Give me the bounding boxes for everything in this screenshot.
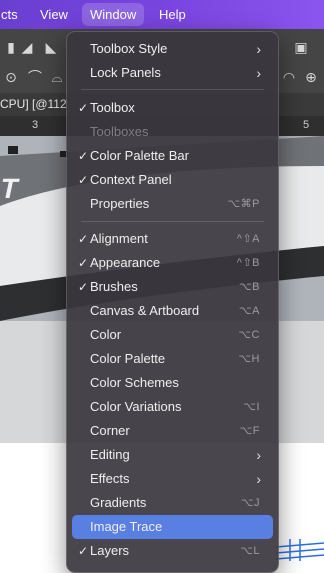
menu-item-color-palette[interactable]: Color Palette ⌥H [72, 347, 273, 371]
menu-item-corner[interactable]: Corner ⌥F [72, 419, 273, 443]
menubar-view[interactable]: View [32, 0, 76, 29]
menu-item-label: Color Palette Bar [90, 148, 189, 163]
arc-tool-icon[interactable]: ⌓ [46, 68, 68, 86]
menu-item-toolbox-style[interactable]: Toolbox Style › [72, 37, 273, 61]
menu-item-appearance[interactable]: ✓ Appearance ^⇧B [72, 251, 273, 275]
menu-item-shortcut: ⌥F [239, 425, 260, 437]
menu-item-label: Toolbox [90, 100, 135, 115]
menu-item-label: Image Trace [90, 519, 163, 534]
shear-icon[interactable]: ◢ [16, 38, 38, 56]
check-icon: ✓ [77, 544, 89, 558]
menu-item-shortcut: ^⇧A [236, 233, 260, 245]
menu-item-color-palette-bar[interactable]: ✓ Color Palette Bar [72, 144, 273, 168]
smooth-tool-icon[interactable]: ◠ [278, 68, 300, 86]
curve-tool-icon[interactable]: ⌒ [24, 68, 46, 86]
distort-icon[interactable]: ◣ [40, 38, 62, 56]
menu-item-alignment[interactable]: ✓ Alignment ^⇧A [72, 227, 273, 251]
menu-item-label: Properties [90, 196, 150, 211]
check-icon: ✓ [77, 232, 89, 246]
menu-item-label: Color Palette [90, 351, 166, 366]
chevron-right-icon: › [256, 41, 261, 57]
menu-item-label: Canvas & Artboard [90, 303, 200, 318]
menu-item-label: Corner [90, 423, 130, 438]
menu-item-label: Editing [90, 447, 130, 462]
menu-item-color-schemes[interactable]: Color Schemes [72, 371, 273, 395]
menu-item-context-panel[interactable]: ✓ Context Panel [72, 168, 273, 192]
menu-item-toolboxes: Toolboxes [72, 120, 273, 144]
menu-item-label: Toolboxes [90, 124, 149, 139]
chevron-right-icon: › [256, 447, 261, 463]
menubar-window[interactable]: Window [82, 3, 145, 26]
menu-item-shortcut: ⌥A [238, 305, 260, 317]
chevron-right-icon: › [256, 471, 261, 487]
menu-item-shortcut: ⌥J [240, 497, 260, 509]
menu-item-label: Toolbox Style [90, 41, 168, 56]
menu-item-label: Lock Panels [90, 65, 161, 80]
menu-separator [81, 221, 264, 222]
chevron-right-icon: › [256, 65, 261, 81]
menu-item-label: Alignment [90, 231, 148, 246]
extra-tool-icon[interactable]: ▣ [290, 38, 312, 56]
menu-item-brushes[interactable]: ✓ Brushes ⌥B [72, 275, 273, 299]
ruler-label-left: 3 [32, 119, 39, 131]
menu-item-shortcut: ⌥H [238, 353, 260, 365]
menubar-objects[interactable]: cts [0, 0, 26, 29]
menu-item-lock-panels[interactable]: Lock Panels › [72, 61, 273, 85]
menu-item-layers[interactable]: ✓ Layers ⌥L [72, 539, 273, 563]
menu-item-label: Brushes [90, 279, 138, 294]
menu-item-editing[interactable]: Editing › [72, 443, 273, 467]
check-icon: ✓ [77, 256, 89, 270]
menu-item-shortcut: ⌥L [240, 545, 260, 557]
menu-separator [81, 89, 264, 90]
menu-item-effects[interactable]: Effects › [72, 467, 273, 491]
menu-item-color-variations[interactable]: Color Variations ⌥I [72, 395, 273, 419]
menu-item-label: Color Variations [90, 399, 182, 414]
menu-item-image-trace[interactable]: Image Trace [72, 515, 273, 539]
menu-item-label: Context Panel [90, 172, 172, 187]
menu-item-label: Effects [90, 471, 130, 486]
menu-item-shortcut: ⌥B [238, 281, 260, 293]
window-menu: Toolbox Style › Lock Panels › ✓ Toolbox … [66, 31, 279, 573]
ruler-label-right: 5 [303, 119, 310, 131]
document-tab-title[interactable]: CPU] [@112 [0, 93, 67, 116]
menu-item-label: Layers [90, 543, 130, 558]
menu-item-label: Color [90, 327, 122, 342]
menu-item-label: Gradients [90, 495, 147, 510]
menu-item-properties[interactable]: Properties ⌥⌘P [72, 192, 273, 216]
menu-item-label: Color Schemes [90, 375, 179, 390]
menu-item-shortcut: ⌥C [238, 329, 260, 341]
menu-item-shortcut: ⌥⌘P [227, 198, 260, 210]
menu-item-shortcut: ⌥I [243, 401, 260, 413]
check-icon: ✓ [77, 149, 89, 163]
menu-item-canvas-artboard[interactable]: Canvas & Artboard ⌥A [72, 299, 273, 323]
menu-item-gradients[interactable]: Gradients ⌥J [72, 491, 273, 515]
check-icon: ✓ [77, 173, 89, 187]
menu-bar: cts View Window Help [0, 0, 324, 29]
check-icon: ✓ [77, 280, 89, 294]
node-tool-icon[interactable]: ⊙ [0, 68, 22, 86]
menubar-help[interactable]: Help [151, 0, 194, 29]
menu-item-toolbox[interactable]: ✓ Toolbox [72, 96, 273, 120]
menu-item-label: Appearance [90, 255, 161, 270]
check-icon: ✓ [77, 101, 89, 115]
menu-item-shortcut: ^⇧B [236, 257, 260, 269]
menu-item-color[interactable]: Color ⌥C [72, 323, 273, 347]
join-tool-icon[interactable]: ⊕ [300, 68, 322, 86]
